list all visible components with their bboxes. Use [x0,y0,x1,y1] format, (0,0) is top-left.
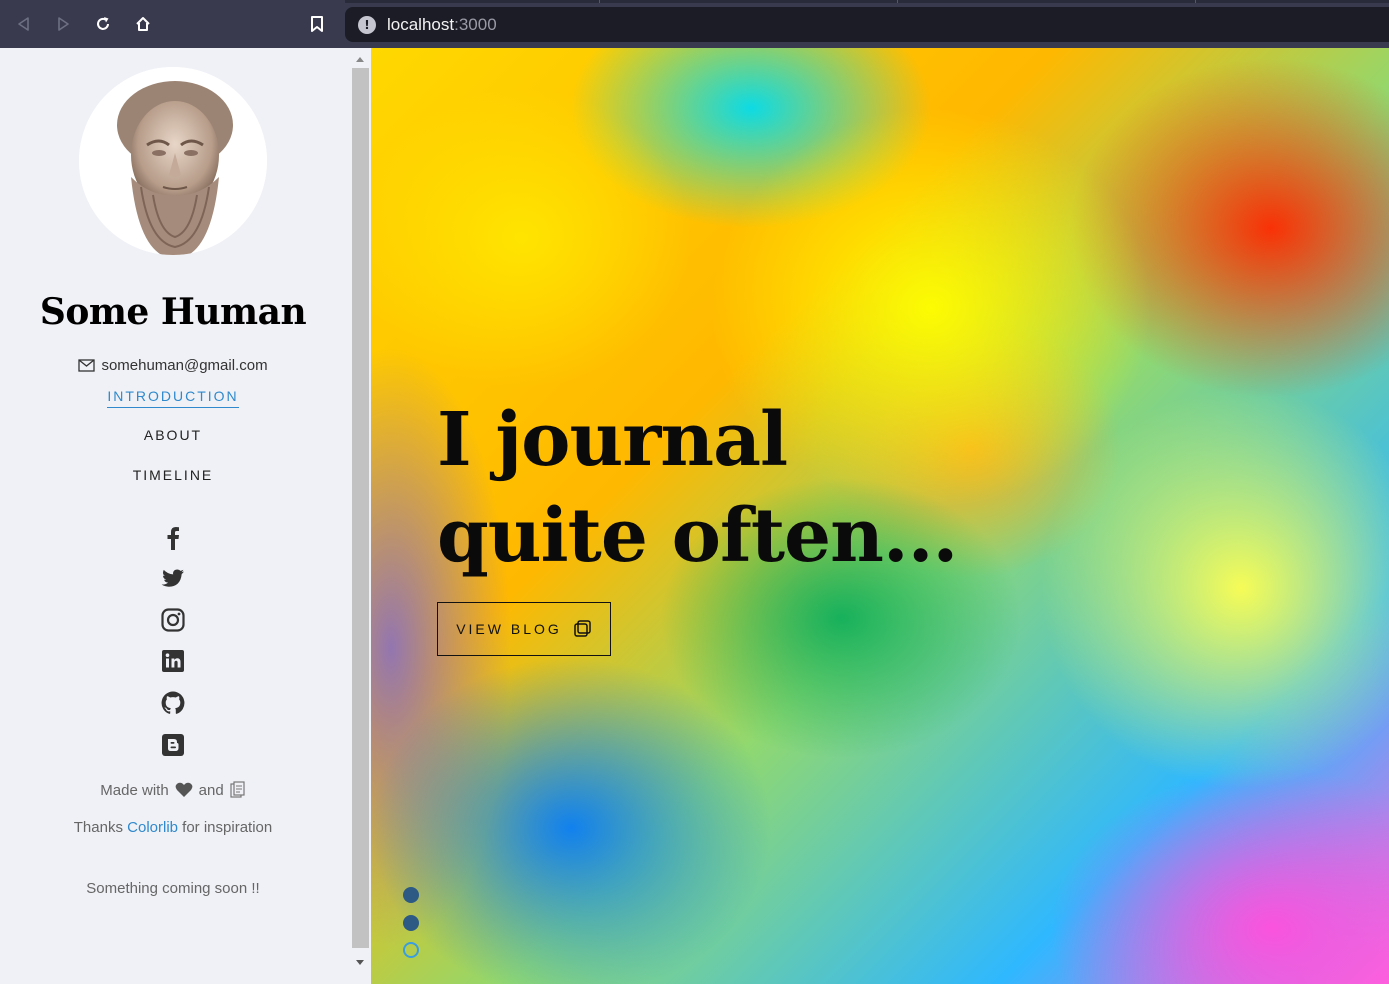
copy-icon [574,620,591,637]
hero-title: I journal quite often... [437,392,1137,584]
nav-introduction[interactable]: INTRODUCTION [0,388,346,408]
made-with-row: Made with and [0,781,346,799]
hero-title-line2: quite often... [437,493,958,579]
nav-timeline-label: TIMELINE [132,467,214,483]
bookmark-icon[interactable] [305,12,329,36]
made-with-text: Made with [100,781,169,799]
github-icon[interactable] [160,690,186,716]
address-bar[interactable]: ! localhost:3000 [345,7,1389,42]
slide-dot-1[interactable] [403,887,419,903]
scroll-thumb[interactable] [352,68,369,948]
nav-timeline[interactable]: TIMELINE [0,467,346,486]
nav-about[interactable]: ABOUT [0,427,346,446]
site-info-icon[interactable]: ! [358,15,376,34]
instagram-icon[interactable] [160,607,186,633]
envelope-icon [78,359,96,372]
browser-toolbar: ! localhost:3000 [0,0,1389,48]
sidebar-scrollbar[interactable] [350,48,371,984]
hero-section: I journal quite often... VIEW BLOG [371,48,1389,984]
reload-icon[interactable] [91,12,115,36]
linkedin-icon[interactable] [160,648,186,674]
email-row: somehuman@gmail.com [0,357,346,374]
thanks-prefix: Thanks [73,819,123,836]
home-icon[interactable] [131,12,155,36]
and-text: and [198,781,224,799]
nav-about-label: ABOUT [143,427,203,443]
view-blog-button[interactable]: VIEW BLOG [437,602,611,656]
forward-arrow-icon[interactable] [51,12,75,36]
profile-name: Some Human [39,291,307,333]
heart-icon [175,782,193,797]
scroll-up-arrow-icon[interactable] [356,57,364,62]
bust-portrait-image [79,67,267,255]
thanks-row: Thanks Colorlib for inspiration [0,819,346,836]
sidebar: Some Human somehuman@gmail.com INTRODUCT… [0,48,346,984]
view-blog-label: VIEW BLOG [456,621,562,637]
url-host: localhost [387,14,455,34]
twitter-icon[interactable] [160,566,186,592]
notes-icon [230,781,245,798]
avatar [79,67,267,255]
nav-introduction-label: INTRODUCTION [107,388,239,408]
blogger-icon[interactable] [160,732,186,758]
back-arrow-icon[interactable] [12,12,36,36]
slide-dot-3-active[interactable] [403,942,419,958]
coming-soon-text: Something coming soon !! [86,880,260,897]
url-port: :3000 [454,14,497,34]
tab-strip [345,0,1389,3]
email-text[interactable]: somehuman@gmail.com [101,357,267,374]
scroll-down-arrow-icon[interactable] [356,960,364,965]
hero-title-line1: I journal [437,397,788,483]
thanks-suffix: for inspiration [182,819,273,836]
slide-dot-2[interactable] [403,915,419,931]
facebook-icon[interactable] [160,525,186,551]
colorlib-link[interactable]: Colorlib [127,819,178,836]
